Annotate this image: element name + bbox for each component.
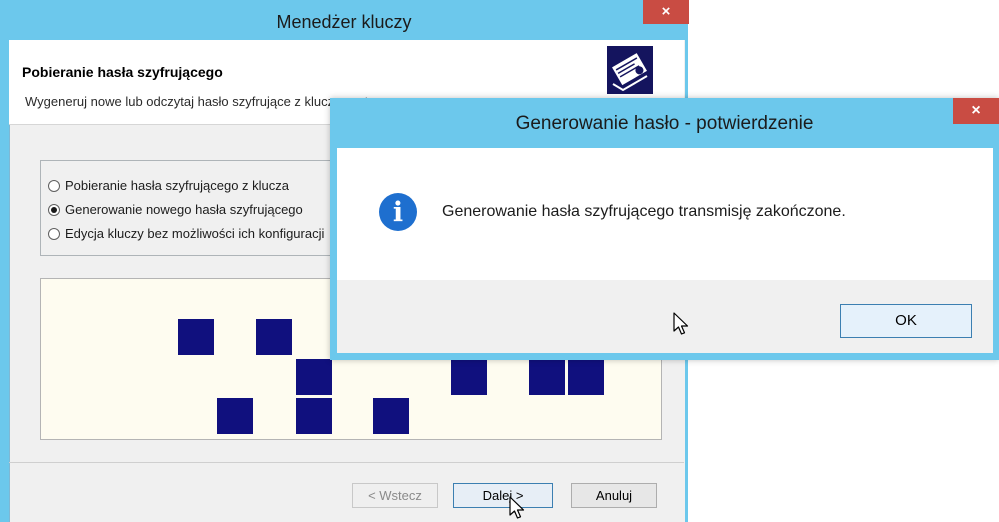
dialog-title: Generowanie hasło - potwierdzenie xyxy=(515,113,814,134)
option-generate-new[interactable]: Generowanie nowego hasła szyfrującego xyxy=(48,202,303,217)
pattern-square xyxy=(373,398,409,434)
mouse-pointer-icon xyxy=(509,496,525,519)
wizard-header-title: Pobieranie hasła szyfrującego xyxy=(22,64,223,80)
option-label: Pobieranie hasła szyfrującego z klucza xyxy=(65,178,290,193)
pattern-square xyxy=(451,359,487,395)
cancel-button[interactable]: Anuluj xyxy=(571,483,657,508)
dialog-message: Generowanie hasła szyfrującego transmisj… xyxy=(442,203,846,220)
option-fetch-from-key[interactable]: Pobieranie hasła szyfrującego z klucza xyxy=(48,178,289,193)
footer-separator xyxy=(9,462,684,463)
dialog-close-button[interactable]: × xyxy=(953,98,999,124)
pattern-square xyxy=(296,359,332,395)
radio-button-checked[interactable] xyxy=(48,203,60,216)
pattern-square xyxy=(256,319,292,355)
certificate-icon xyxy=(607,46,653,94)
radio-button[interactable] xyxy=(48,227,60,240)
info-icon: i xyxy=(379,193,417,231)
mouse-pointer-icon xyxy=(673,312,689,335)
next-button[interactable]: Dalej > xyxy=(453,483,553,508)
radio-button[interactable] xyxy=(48,179,60,192)
pattern-square xyxy=(529,359,565,395)
pattern-square xyxy=(296,398,332,434)
back-button[interactable]: < Wstecz xyxy=(352,483,438,508)
main-close-button[interactable]: × xyxy=(643,0,689,24)
option-label: Generowanie nowego hasła szyfrującego xyxy=(65,202,303,217)
pattern-square xyxy=(568,359,604,395)
main-window-title: Menedżer kluczy xyxy=(276,12,412,32)
ok-button[interactable]: OK xyxy=(840,304,972,338)
pattern-square xyxy=(217,398,253,434)
option-label: Edycja kluczy bez możliwości ich konfigu… xyxy=(65,226,325,241)
option-edit-keys[interactable]: Edycja kluczy bez możliwości ich konfigu… xyxy=(48,226,324,241)
pattern-square xyxy=(178,319,214,355)
